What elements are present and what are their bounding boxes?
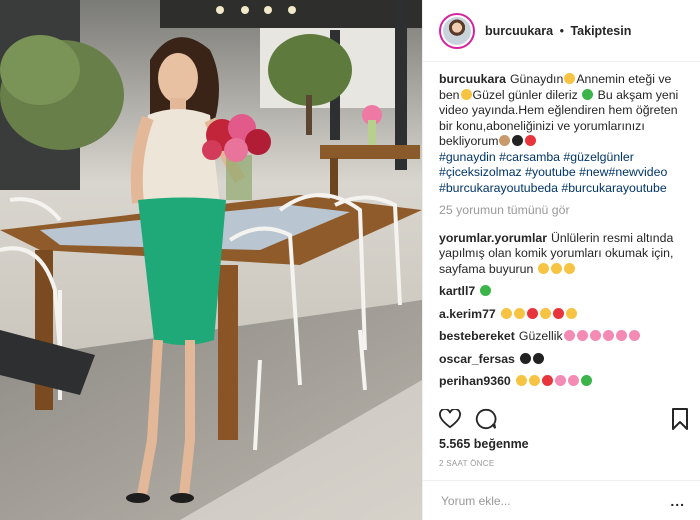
emoji-icon (580, 375, 592, 386)
emoji-icon (554, 375, 566, 386)
post-side-panel: burcuukara • Takiptesin burcuukara Günayd… (422, 0, 700, 520)
comment-item: oscar_fersas (439, 352, 689, 368)
comment-text: Güzellik (518, 329, 563, 343)
emoji-icon (500, 307, 512, 319)
comment-item: yorumlar.yorumlar Ünlülerin resmi altında… (439, 231, 689, 278)
emoji-icon (526, 307, 538, 319)
post-header: burcuukara • Takiptesin (423, 0, 700, 62)
comment-username[interactable]: oscar_fersas (439, 352, 515, 366)
emoji-icon (513, 307, 525, 319)
view-all-comments-link[interactable]: 25 yorumun tümünü gör (439, 203, 689, 219)
add-comment-input[interactable] (439, 492, 663, 509)
hashtags-line3[interactable]: #burcukarayoutubeda #burcukarayoutube (439, 181, 667, 195)
emoji-icon (589, 330, 601, 341)
add-comment-bar: ... (423, 480, 700, 520)
emoji-icon (576, 330, 588, 341)
comment-username[interactable]: kartll7 (439, 284, 475, 298)
caption: burcuukara Günaydın Annemin eteği ve ben Gü… (439, 72, 689, 196)
emoji-icon (460, 88, 472, 100)
emoji-icon (552, 307, 564, 319)
comments-section: burcuukara Günaydın Annemin eteği ve ben Gü… (439, 72, 689, 400)
emoji-icon (499, 135, 511, 146)
emoji-icon (541, 375, 553, 386)
emoji-icon (515, 375, 527, 386)
comment-username[interactable]: a.kerim77 (439, 307, 496, 321)
likes-count[interactable]: 5.565 beğenme (439, 437, 529, 451)
caption-line3: Güzel günler dileriz (472, 87, 578, 102)
emoji-icon (615, 330, 627, 341)
post-photo-illustration (0, 0, 422, 520)
emoji-icon (539, 307, 551, 319)
bookmark-icon (672, 408, 688, 430)
emoji-icon (512, 135, 524, 146)
emoji-icon (563, 330, 575, 341)
emoji-icon (537, 262, 549, 274)
comment-item: perihan9360 (439, 374, 689, 390)
like-button[interactable] (439, 409, 461, 429)
header-username[interactable]: burcuukara (485, 24, 553, 38)
save-button[interactable] (671, 408, 689, 430)
comment-item: a.kerim77 (439, 307, 689, 323)
green-heart-emoji-icon (480, 285, 492, 296)
black-heart-emoji-icon (519, 352, 531, 364)
caption-username[interactable]: burcuukara (439, 72, 506, 86)
black-heart-emoji-icon (532, 352, 544, 364)
emoji-icon (567, 375, 579, 386)
caption-text: Günaydın (509, 72, 564, 86)
hashtags-line1[interactable]: #gunaydin #carsamba #güzelgünler (439, 150, 634, 164)
emoji-icon (564, 73, 576, 84)
emoji-icon (565, 307, 577, 319)
comment-item: kartll7 (439, 284, 689, 300)
post-timestamp: 2 SAAT ÖNCE (439, 459, 495, 468)
emoji-icon (602, 330, 614, 341)
comment-username[interactable]: yorumlar.yorumlar (439, 231, 547, 245)
emoji-icon (628, 330, 640, 341)
follow-status-button[interactable]: Takiptesin (570, 24, 631, 38)
emoji-icon (563, 262, 575, 274)
emoji-icon (550, 262, 562, 274)
emoji-icon (525, 135, 537, 146)
header-text: burcuukara • Takiptesin (485, 24, 631, 38)
post-photo[interactable] (0, 0, 422, 520)
comment-username[interactable]: perihan9360 (439, 374, 511, 388)
heart-icon (439, 409, 461, 429)
emoji-icon (528, 375, 540, 386)
avatar[interactable] (439, 12, 475, 49)
comment-username[interactable]: bestebereket (439, 329, 515, 343)
header-separator: • (559, 23, 564, 38)
action-bar (439, 406, 689, 432)
more-options-icon[interactable]: ... (670, 493, 685, 509)
hashtags-line2[interactable]: #çiceksizolmaz #youtube #new#newvideo (439, 165, 667, 179)
emoji-icon (582, 88, 594, 100)
comment-item: bestebereket Güzellik (439, 329, 689, 345)
comment-button[interactable] (475, 408, 497, 430)
comment-icon (475, 408, 497, 430)
